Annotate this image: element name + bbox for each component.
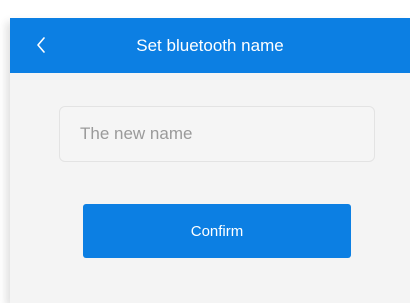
bluetooth-name-screen: Set bluetooth name Confirm <box>10 18 410 303</box>
chevron-left-icon <box>37 37 45 53</box>
confirm-button[interactable]: Confirm <box>83 204 351 258</box>
new-name-input[interactable] <box>59 106 375 162</box>
page-title: Set bluetooth name <box>136 36 284 55</box>
header-bar: Set bluetooth name <box>10 18 410 73</box>
back-button[interactable] <box>26 28 56 62</box>
